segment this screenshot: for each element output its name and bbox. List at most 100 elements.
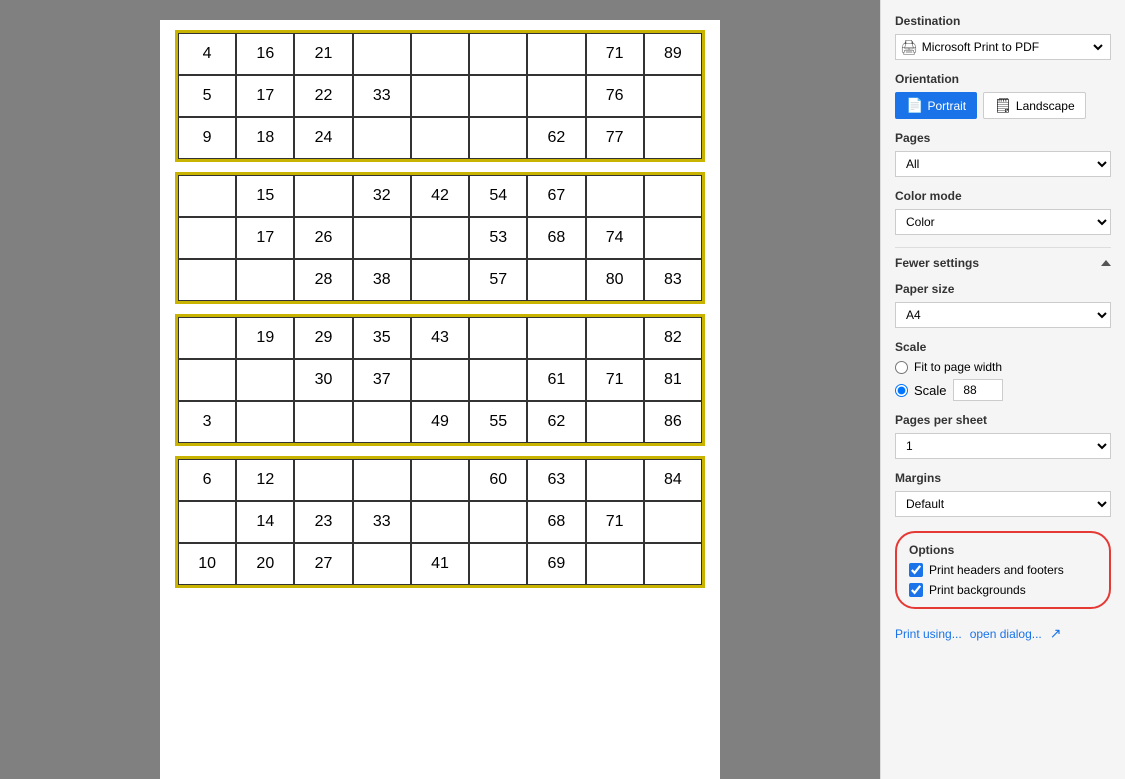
cell (644, 117, 702, 159)
landscape-icon: 🗒 (994, 97, 1012, 114)
pages-per-sheet-select[interactable]: 1 (895, 433, 1111, 459)
cell (353, 117, 411, 159)
cell: 53 (469, 217, 527, 259)
cell: 68 (527, 501, 585, 543)
scale-number-input[interactable] (953, 379, 1003, 401)
cell (586, 175, 644, 217)
print-using-link[interactable]: Print using... (895, 627, 962, 641)
cell: 57 (469, 259, 527, 301)
page-content: 4 16 21 71 89 5 17 22 33 76 9 18 24 62 (160, 20, 720, 779)
pages-per-sheet-section: Pages per sheet 1 (895, 413, 1111, 459)
cell: 68 (527, 217, 585, 259)
bingo-card-1: 4 16 21 71 89 5 17 22 33 76 9 18 24 62 (175, 30, 705, 162)
paper-size-select[interactable]: A4 (895, 302, 1111, 328)
cell: 17 (236, 217, 294, 259)
cell: 32 (353, 175, 411, 217)
cell: 33 (353, 501, 411, 543)
fit-to-page-radio[interactable] (895, 361, 908, 374)
preview-area: 4 16 21 71 89 5 17 22 33 76 9 18 24 62 (0, 0, 880, 779)
portrait-button[interactable]: 📄 Portrait (895, 92, 977, 119)
cell (644, 217, 702, 259)
cell (353, 543, 411, 585)
scale-radio[interactable] (895, 384, 908, 397)
cell: 77 (586, 117, 644, 159)
cell: 5 (178, 75, 236, 117)
cell: 41 (411, 543, 469, 585)
cell: 9 (178, 117, 236, 159)
open-dialog-link[interactable]: open dialog... (970, 627, 1042, 641)
pages-label: Pages (895, 131, 1111, 145)
scale-input-row: Scale (895, 379, 1111, 401)
cell: 28 (294, 259, 352, 301)
cell (469, 117, 527, 159)
color-mode-select[interactable]: Color (895, 209, 1111, 235)
cell (236, 259, 294, 301)
print-panel: Destination 🖨 Microsoft Print to PDF Ori… (880, 0, 1125, 779)
cell (469, 75, 527, 117)
cell: 33 (353, 75, 411, 117)
cell: 14 (236, 501, 294, 543)
bingo-card-3: 19 29 35 43 82 30 37 61 71 81 3 49 55 62 (175, 314, 705, 446)
cell: 4 (178, 33, 236, 75)
cell: 37 (353, 359, 411, 401)
cell (644, 75, 702, 117)
cell: 63 (527, 459, 585, 501)
cell: 26 (294, 217, 352, 259)
cell: 71 (586, 501, 644, 543)
cell (586, 401, 644, 443)
cell: 61 (527, 359, 585, 401)
cell (411, 259, 469, 301)
cell (586, 459, 644, 501)
cell: 10 (178, 543, 236, 585)
cell (178, 359, 236, 401)
scale-row: Fit to page width Scale (895, 360, 1111, 401)
pages-per-sheet-label: Pages per sheet (895, 413, 1111, 427)
cell: 18 (236, 117, 294, 159)
cell: 27 (294, 543, 352, 585)
portrait-icon: 📄 (906, 97, 923, 114)
cell: 89 (644, 33, 702, 75)
cell: 24 (294, 117, 352, 159)
pages-select[interactable]: All (895, 151, 1111, 177)
options-section: Options Print headers and footers Print … (895, 531, 1111, 609)
orientation-section: Orientation 📄 Portrait 🗒 Landscape (895, 72, 1111, 119)
cell: 86 (644, 401, 702, 443)
fewer-settings-toggle[interactable]: Fewer settings (895, 247, 1111, 270)
cell (411, 117, 469, 159)
cell: 21 (294, 33, 352, 75)
print-backgrounds-row: Print backgrounds (909, 583, 1097, 597)
cell: 55 (469, 401, 527, 443)
bingo-card-4: 6 12 60 63 84 14 23 33 68 71 10 20 27 41… (175, 456, 705, 588)
destination-select[interactable]: Microsoft Print to PDF (918, 39, 1106, 55)
margins-select[interactable]: Default (895, 491, 1111, 517)
chevron-up-icon (1101, 260, 1111, 266)
cell: 84 (644, 459, 702, 501)
scale-section: Scale Fit to page width Scale (895, 340, 1111, 401)
headers-footers-label: Print headers and footers (929, 563, 1064, 577)
cell: 62 (527, 401, 585, 443)
pages-section: Pages All (895, 131, 1111, 177)
color-mode-label: Color mode (895, 189, 1111, 203)
cell (469, 543, 527, 585)
print-backgrounds-checkbox[interactable] (909, 583, 923, 597)
cell: 60 (469, 459, 527, 501)
orientation-group: 📄 Portrait 🗒 Landscape (895, 92, 1111, 119)
cell: 67 (527, 175, 585, 217)
scale-radio-label: Scale (914, 383, 947, 398)
fewer-settings-label: Fewer settings (895, 256, 979, 270)
margins-label: Margins (895, 471, 1111, 485)
destination-select-wrapper[interactable]: 🖨 Microsoft Print to PDF (895, 34, 1111, 60)
cell (236, 401, 294, 443)
headers-footers-checkbox[interactable] (909, 563, 923, 577)
cell: 38 (353, 259, 411, 301)
cell: 49 (411, 401, 469, 443)
landscape-button[interactable]: 🗒 Landscape (983, 92, 1086, 119)
cell (644, 175, 702, 217)
cell (411, 459, 469, 501)
cell: 54 (469, 175, 527, 217)
cell: 35 (353, 317, 411, 359)
cell (411, 33, 469, 75)
cell: 15 (236, 175, 294, 217)
cell: 71 (586, 359, 644, 401)
margins-section: Margins Default (895, 471, 1111, 517)
